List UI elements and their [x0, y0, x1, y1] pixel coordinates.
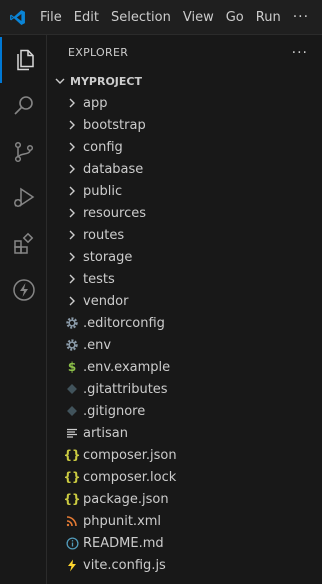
explorer-activity-button[interactable] — [0, 37, 47, 83]
file-tree: app bootstrap config database public res… — [47, 92, 322, 576]
info-icon — [64, 535, 80, 551]
project-name: MYPROJECT — [70, 74, 142, 88]
folder-label: database — [83, 161, 144, 177]
source-control-icon — [14, 141, 33, 163]
folder-vendor[interactable]: vendor — [47, 290, 322, 312]
braces-icon: {} — [63, 470, 81, 484]
folder-label: config — [83, 139, 123, 155]
file-gitattributes[interactable]: .gitattributes — [47, 378, 322, 400]
explorer-header: EXPLORER ··· — [47, 35, 322, 70]
project-section-header[interactable]: MYPROJECT — [47, 70, 322, 92]
folder-tests[interactable]: tests — [47, 268, 322, 290]
search-icon — [13, 96, 33, 115]
explorer-title: EXPLORER — [68, 46, 129, 59]
file-label: .gitignore — [83, 403, 146, 419]
file-label: composer.lock — [83, 469, 177, 485]
file-label: .gitattributes — [83, 381, 168, 397]
file-label: .env — [83, 337, 112, 353]
file-label: artisan — [83, 425, 128, 441]
menu-bar: File Edit Selection View Go Run ··· — [34, 0, 315, 35]
folder-database[interactable]: database — [47, 158, 322, 180]
gear-icon — [64, 337, 80, 353]
folder-label: public — [83, 183, 123, 199]
file-label: .env.example — [83, 359, 171, 375]
menu-run[interactable]: Run — [250, 0, 287, 35]
source-control-activity-button[interactable] — [0, 129, 47, 175]
folder-app[interactable]: app — [47, 92, 322, 114]
braces-icon: {} — [63, 448, 81, 462]
vite-icon — [64, 557, 80, 573]
chevron-right-icon — [64, 117, 80, 133]
dollar-icon: $ — [67, 360, 77, 374]
menu-more-button[interactable]: ··· — [287, 9, 315, 25]
menu-edit[interactable]: Edit — [68, 0, 105, 35]
chevron-right-icon — [64, 227, 80, 243]
lines-icon — [64, 425, 80, 441]
rss-icon — [64, 513, 80, 529]
file-label: .editorconfig — [83, 315, 165, 331]
chevron-right-icon — [64, 271, 80, 287]
chevron-right-icon — [64, 249, 80, 265]
file-readme-md[interactable]: README.md — [47, 532, 322, 554]
files-icon — [16, 49, 34, 71]
folder-label: tests — [83, 271, 115, 287]
file-phpunit-xml[interactable]: phpunit.xml — [47, 510, 322, 532]
search-activity-button[interactable] — [0, 83, 47, 129]
run-debug-activity-button[interactable] — [0, 175, 47, 221]
file-env[interactable]: .env — [47, 334, 322, 356]
folder-routes[interactable]: routes — [47, 224, 322, 246]
file-label: composer.json — [83, 447, 177, 463]
extensions-activity-button[interactable] — [0, 221, 47, 267]
gear-icon — [64, 315, 80, 331]
chevron-down-icon — [55, 78, 65, 84]
vscode-logo-icon — [0, 0, 34, 35]
file-gitignore[interactable]: .gitignore — [47, 400, 322, 422]
file-editorconfig[interactable]: .editorconfig — [47, 312, 322, 334]
folder-storage[interactable]: storage — [47, 246, 322, 268]
folder-resources[interactable]: resources — [47, 202, 322, 224]
folder-bootstrap[interactable]: bootstrap — [47, 114, 322, 136]
folder-label: app — [83, 95, 108, 111]
chevron-right-icon — [64, 95, 80, 111]
explorer-more-button[interactable]: ··· — [292, 45, 308, 61]
menu-go[interactable]: Go — [220, 0, 250, 35]
file-vite-config-js[interactable]: vite.config.js — [47, 554, 322, 576]
explorer-sidebar: EXPLORER ··· MYPROJECT app bootstrap con… — [47, 35, 322, 584]
folder-label: vendor — [83, 293, 129, 309]
folder-public[interactable]: public — [47, 180, 322, 202]
chevron-right-icon — [64, 183, 80, 199]
file-env-example[interactable]: $ .env.example — [47, 356, 322, 378]
folder-label: resources — [83, 205, 147, 221]
chevron-right-icon — [64, 293, 80, 309]
folder-label: storage — [83, 249, 133, 265]
activity-bar — [0, 35, 47, 584]
file-composer-json[interactable]: {} composer.json — [47, 444, 322, 466]
file-label: vite.config.js — [83, 557, 166, 573]
folder-label: routes — [83, 227, 125, 243]
file-package-json[interactable]: {} package.json — [47, 488, 322, 510]
file-artisan[interactable]: artisan — [47, 422, 322, 444]
extensions-icon — [13, 232, 33, 254]
menu-file[interactable]: File — [34, 0, 68, 35]
file-label: package.json — [83, 491, 169, 507]
chevron-right-icon — [64, 139, 80, 155]
file-composer-lock[interactable]: {} composer.lock — [47, 466, 322, 488]
thunder-client-activity-button[interactable] — [0, 267, 47, 313]
chevron-right-icon — [64, 205, 80, 221]
title-bar: File Edit Selection View Go Run ··· — [0, 0, 322, 35]
menu-view[interactable]: View — [177, 0, 220, 35]
braces-icon: {} — [63, 492, 81, 506]
file-label: README.md — [83, 535, 164, 551]
folder-config[interactable]: config — [47, 136, 322, 158]
chevron-right-icon — [64, 161, 80, 177]
run-debug-icon — [13, 187, 34, 207]
folder-label: bootstrap — [83, 117, 146, 133]
git-diamond-icon — [64, 403, 80, 419]
git-diamond-icon — [64, 381, 80, 397]
lightning-icon — [12, 279, 35, 301]
file-label: phpunit.xml — [83, 513, 162, 529]
menu-selection[interactable]: Selection — [105, 0, 177, 35]
